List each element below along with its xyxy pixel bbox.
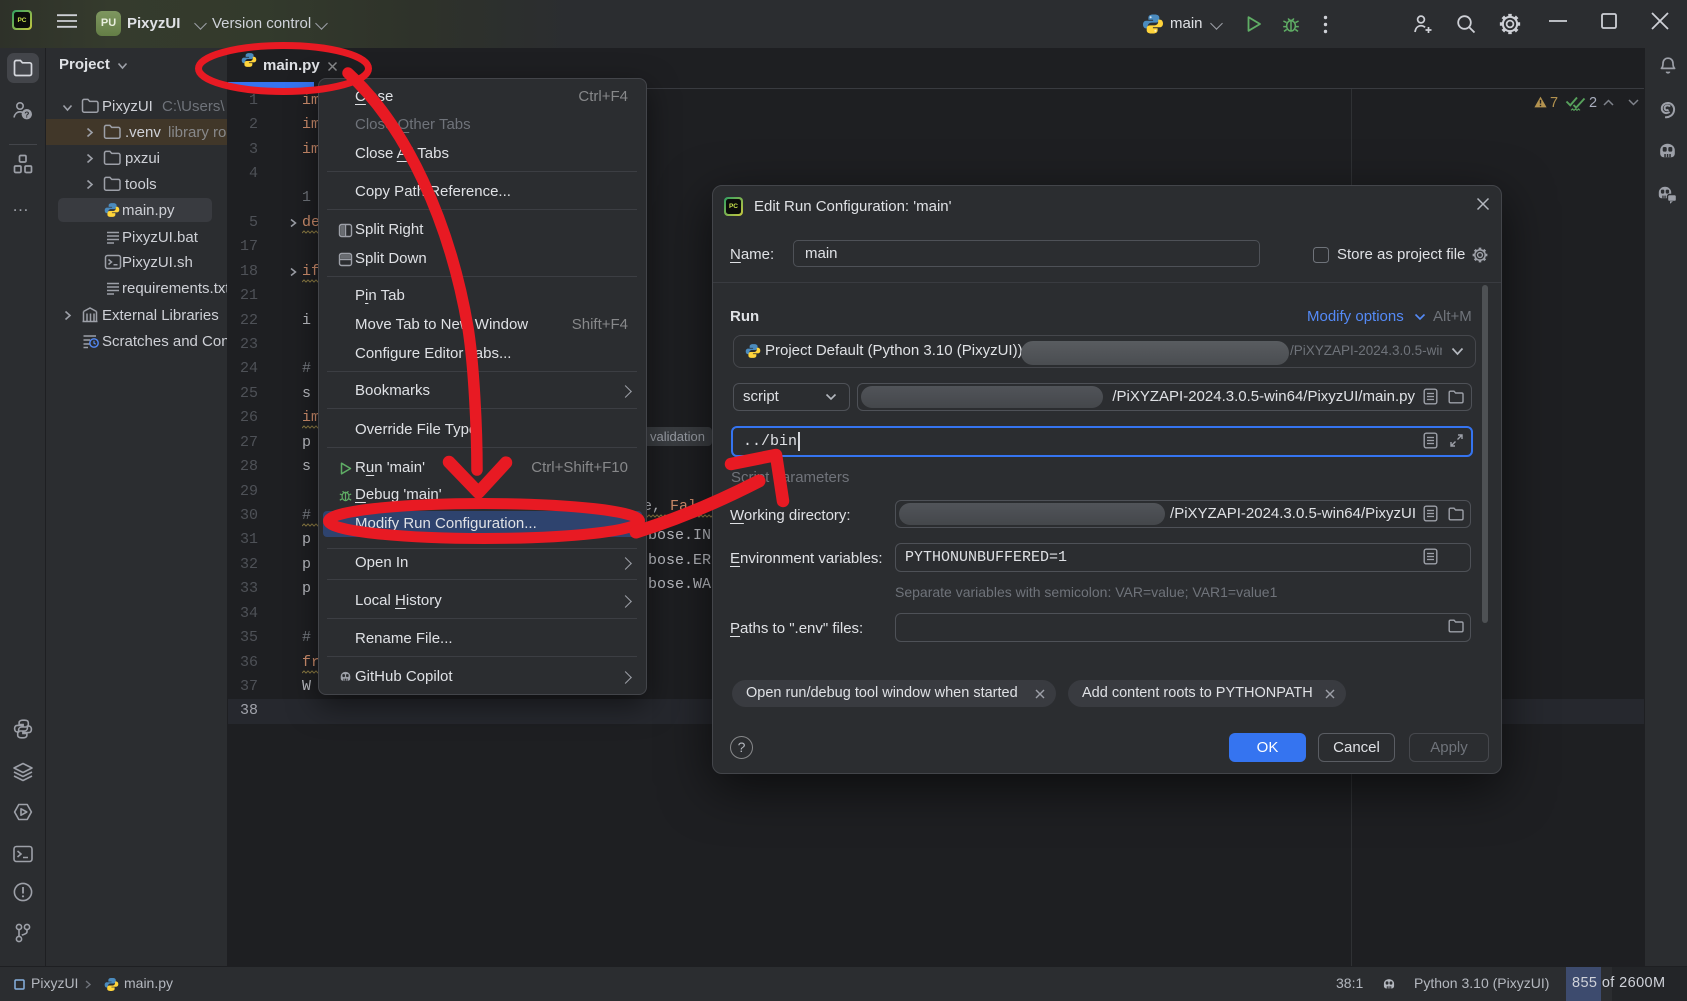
svg-text:?: ? <box>24 109 29 119</box>
